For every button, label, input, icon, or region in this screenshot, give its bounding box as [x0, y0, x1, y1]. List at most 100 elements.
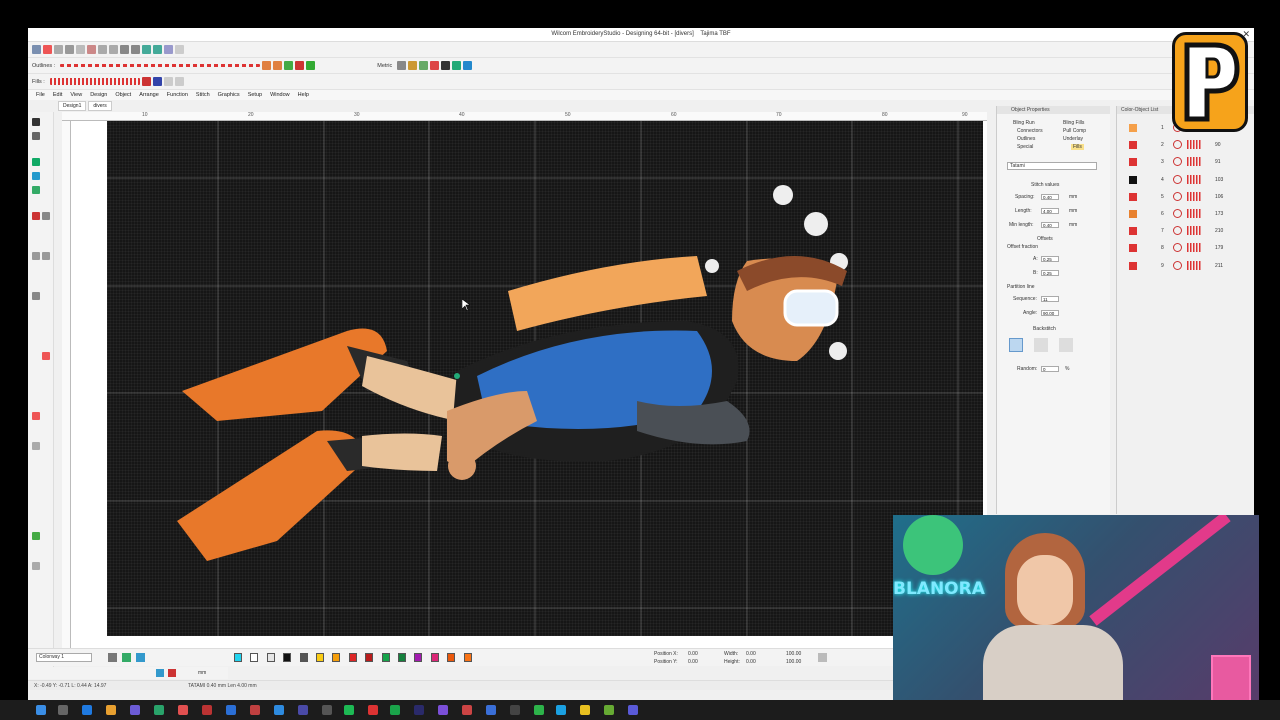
- show-icon[interactable]: [156, 669, 164, 677]
- thread-color-swatch[interactable]: [1129, 227, 1137, 236]
- palette-swatch[interactable]: [250, 653, 259, 662]
- thread-color-swatch[interactable]: [1129, 158, 1137, 167]
- palette-swatch[interactable]: [234, 653, 242, 662]
- menu-design[interactable]: Design: [90, 92, 107, 98]
- app-icon[interactable]: [298, 705, 308, 715]
- height-percent[interactable]: 100.00: [786, 659, 801, 665]
- save-icon[interactable]: [65, 45, 74, 54]
- rectangle-icon[interactable]: [42, 252, 50, 260]
- color-object-row[interactable]: 4 103: [1121, 174, 1241, 188]
- thread-color-swatch[interactable]: [1129, 261, 1137, 270]
- arrange-icon[interactable]: [463, 61, 473, 70]
- measure-icon[interactable]: [397, 61, 407, 70]
- menu-window[interactable]: Window: [270, 92, 290, 98]
- browser-icon[interactable]: [82, 705, 92, 715]
- spacing-field[interactable]: 0.40: [1041, 194, 1059, 200]
- spotify-icon[interactable]: [344, 705, 354, 715]
- print-icon[interactable]: [76, 45, 85, 54]
- contour-icon[interactable]: [152, 77, 162, 86]
- brush-icon[interactable]: [262, 61, 272, 70]
- height-value[interactable]: 0.00: [746, 659, 756, 665]
- menu-object[interactable]: Object: [115, 92, 131, 98]
- app-icon[interactable]: [178, 705, 188, 715]
- menu-arrange[interactable]: Arrange: [139, 92, 159, 98]
- undo-icon[interactable]: [120, 45, 129, 54]
- digitize-icon[interactable]: [32, 186, 40, 194]
- select-icon[interactable]: [32, 118, 40, 126]
- length-field[interactable]: 4.00: [1041, 208, 1059, 214]
- travel-icon[interactable]: [153, 45, 162, 54]
- palette-swatch[interactable]: [365, 653, 374, 662]
- units-label[interactable]: Metric: [377, 63, 392, 69]
- app-icon[interactable]: [438, 705, 448, 715]
- branching-icon[interactable]: [32, 532, 40, 540]
- app-icon[interactable]: [154, 705, 164, 715]
- embroidery-hoop[interactable]: [107, 121, 983, 636]
- colorway-select[interactable]: Colorway 1: [36, 653, 92, 662]
- palette-swatch[interactable]: [316, 653, 324, 662]
- applique-icon[interactable]: [32, 212, 40, 220]
- align-icon[interactable]: [452, 61, 462, 70]
- color-object-row[interactable]: 7 210: [1121, 225, 1241, 239]
- thread-color-swatch[interactable]: [1129, 175, 1137, 184]
- tab-underlay[interactable]: Underlay: [1063, 136, 1083, 142]
- tab-design1[interactable]: Design1: [58, 101, 87, 111]
- color-object-row[interactable]: 9 211: [1121, 260, 1241, 274]
- app-icon[interactable]: [130, 705, 140, 715]
- position-x-value[interactable]: 0.00: [688, 651, 698, 657]
- menu-edit[interactable]: Edit: [53, 92, 62, 98]
- outline-types-strip[interactable]: [60, 64, 261, 67]
- fill-icon[interactable]: [306, 61, 316, 70]
- hide-icon[interactable]: [168, 669, 176, 677]
- wilcom-taskbar-icon[interactable]: [202, 705, 212, 715]
- palette-swatch[interactable]: [348, 653, 357, 662]
- thread-chart-icon[interactable]: [122, 653, 131, 662]
- fill-type-select[interactable]: Tatami: [1007, 162, 1097, 170]
- lettering-tool-icon[interactable]: [32, 158, 40, 166]
- explorer-icon[interactable]: [106, 705, 116, 715]
- eyedropper-icon[interactable]: [136, 653, 145, 662]
- paste-icon[interactable]: [109, 45, 118, 54]
- position-y-value[interactable]: 0.00: [688, 659, 698, 665]
- tab-bling-fills[interactable]: Bling Fills: [1063, 120, 1084, 126]
- tab-connectors[interactable]: Connectors: [1017, 128, 1043, 134]
- shape-icon[interactable]: [42, 212, 50, 220]
- pattern-icon[interactable]: [141, 77, 151, 86]
- stitch-player-icon[interactable]: [142, 45, 151, 54]
- app-icon[interactable]: [604, 705, 614, 715]
- b-field[interactable]: 0.25: [1041, 270, 1059, 276]
- palette-swatch[interactable]: [447, 653, 456, 662]
- app-icon[interactable]: [462, 705, 472, 715]
- knife-icon[interactable]: [32, 292, 40, 300]
- app-icon[interactable]: [486, 705, 496, 715]
- reshape-icon[interactable]: [32, 132, 40, 140]
- palette-swatch[interactable]: [463, 653, 472, 662]
- colorway-tool-icon[interactable]: [108, 653, 117, 662]
- menu-function[interactable]: Function: [167, 92, 188, 98]
- app-icon[interactable]: [556, 705, 566, 715]
- color-icon[interactable]: [295, 61, 305, 70]
- stitch-effect-icon[interactable]: [32, 412, 40, 420]
- info-icon[interactable]: [441, 61, 451, 70]
- width-percent[interactable]: 100.00: [786, 651, 801, 657]
- align-center-icon[interactable]: [174, 77, 184, 86]
- app-icon[interactable]: [250, 705, 260, 715]
- cut-icon[interactable]: [87, 45, 96, 54]
- backstitch-option-1-icon[interactable]: [1009, 338, 1023, 352]
- search-icon[interactable]: [58, 705, 68, 715]
- palette-swatch[interactable]: [414, 653, 423, 662]
- app-icon[interactable]: [322, 705, 332, 715]
- tab-pull-comp[interactable]: Pull Comp: [1063, 128, 1086, 134]
- app-icon[interactable]: [580, 705, 590, 715]
- thread-color-swatch[interactable]: [1129, 141, 1137, 150]
- menu-stitch[interactable]: Stitch: [196, 92, 210, 98]
- app-icon[interactable]: [226, 705, 236, 715]
- a-field[interactable]: 0.25: [1041, 256, 1059, 262]
- backstitch-option-2-icon[interactable]: [1034, 338, 1048, 352]
- palette-swatch[interactable]: [332, 653, 341, 662]
- palette-swatch[interactable]: [381, 653, 390, 662]
- tab-special[interactable]: Special: [1017, 144, 1033, 150]
- backstitch-option-3-icon[interactable]: [1059, 338, 1073, 352]
- lettering-icon[interactable]: [430, 61, 440, 70]
- partition-line-radio[interactable]: Partition line: [1007, 284, 1035, 290]
